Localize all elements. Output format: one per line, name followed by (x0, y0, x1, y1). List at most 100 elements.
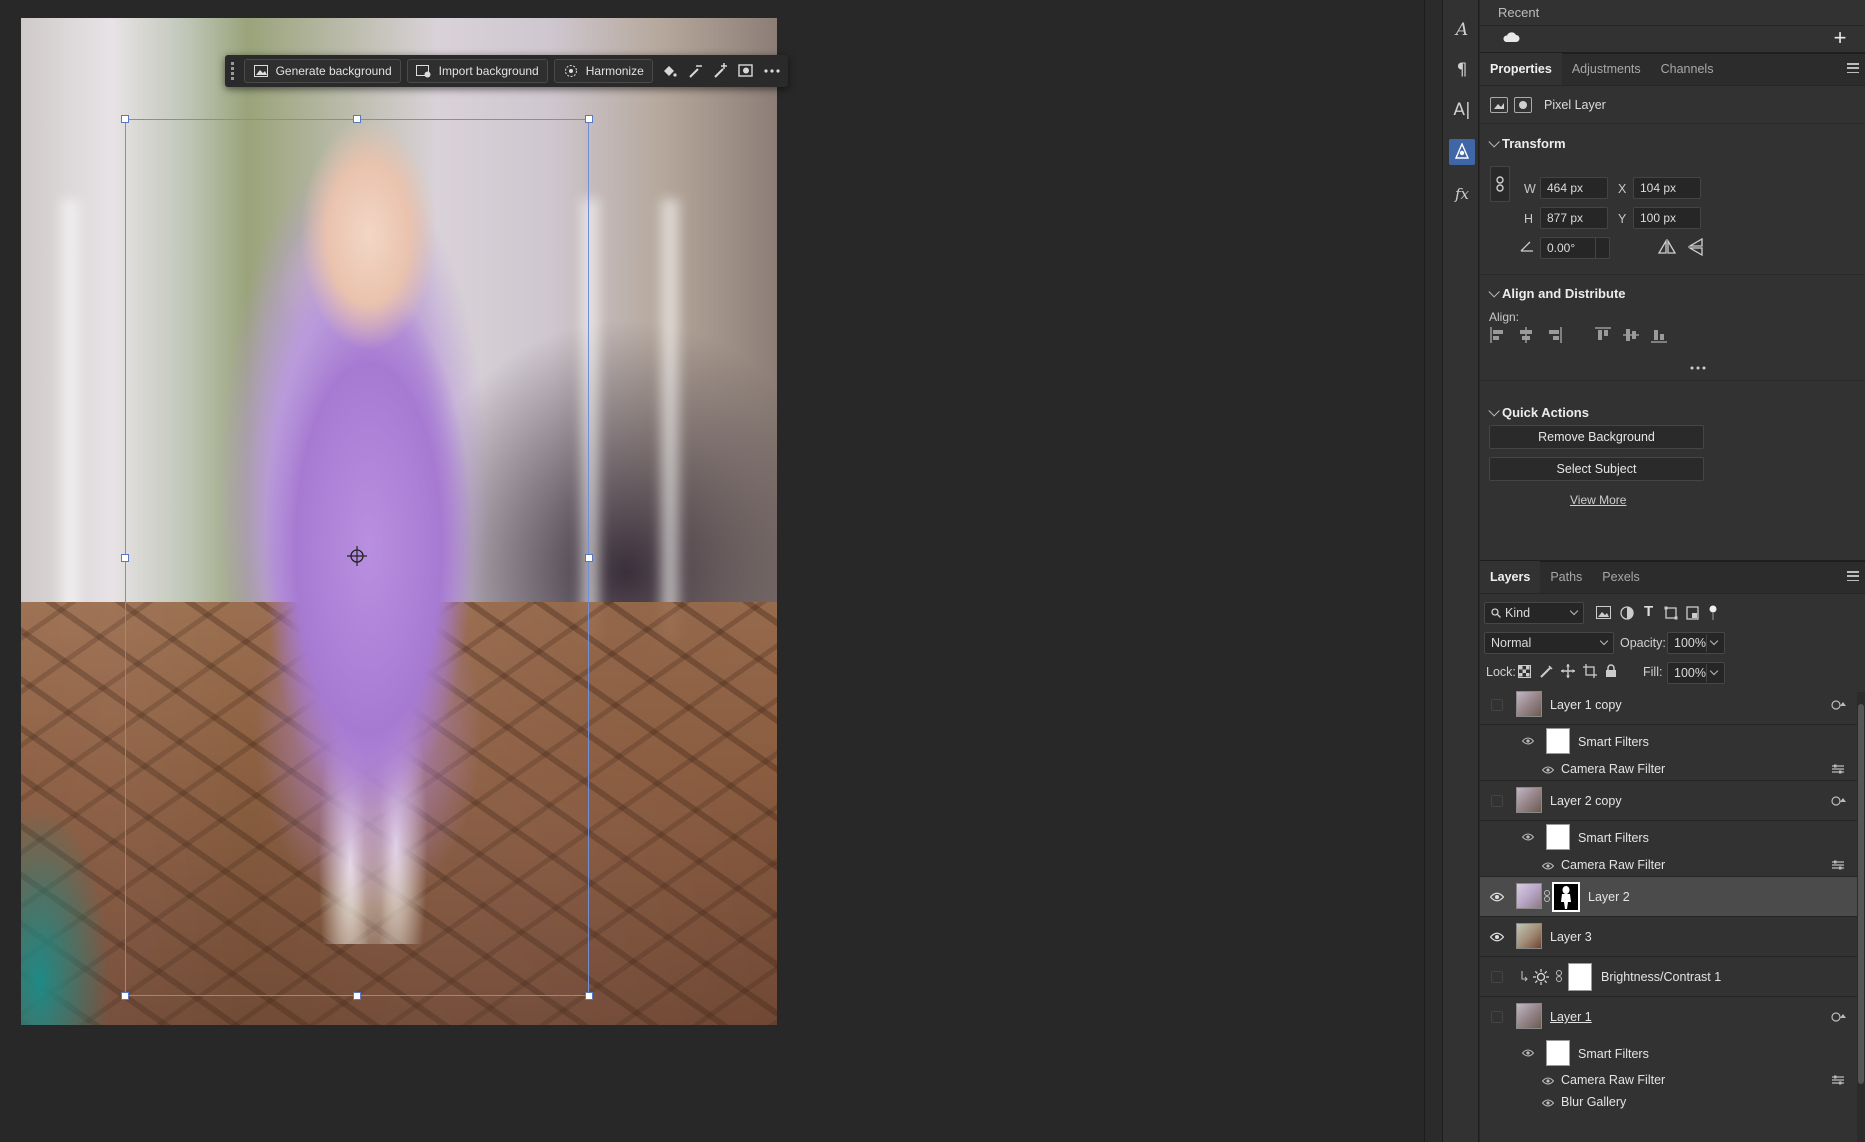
lock-transparent-pixels-icon[interactable] (1518, 665, 1531, 678)
mask-link-icon[interactable] (1556, 970, 1562, 982)
layer-row[interactable]: Layer 2 copy (1480, 781, 1857, 821)
filter-toggle-icon[interactable] (1708, 605, 1718, 621)
fill-slider-toggle[interactable] (1706, 664, 1722, 682)
tab-paths[interactable]: Paths (1540, 561, 1592, 593)
layer-mask-thumbnail[interactable] (1552, 882, 1580, 912)
brightness-icon[interactable] (1533, 969, 1549, 985)
styles-panel-icon[interactable]: fx (1449, 181, 1475, 207)
resize-handle-top[interactable] (353, 115, 361, 123)
more-options-icon[interactable] (1690, 366, 1706, 370)
filter-row[interactable]: Camera Raw Filter (1480, 1069, 1857, 1091)
mask-icon[interactable] (736, 59, 756, 83)
link-dimensions-icon[interactable] (1490, 166, 1510, 202)
cloud-icon[interactable] (1502, 31, 1520, 43)
lock-artboard-icon[interactable] (1583, 664, 1597, 678)
filter-row[interactable]: Camera Raw Filter (1480, 853, 1857, 877)
eye-icon[interactable] (1522, 833, 1534, 841)
resize-handle-right[interactable] (585, 554, 593, 562)
eye-icon[interactable] (1522, 737, 1534, 745)
align-top-icon[interactable] (1594, 326, 1612, 344)
smart-filter-icon[interactable] (1831, 699, 1847, 711)
select-subject-button[interactable]: Select Subject (1489, 457, 1704, 481)
resize-handle-top-right[interactable] (585, 115, 593, 123)
lock-position-icon[interactable] (1561, 664, 1575, 678)
eye-icon[interactable] (1490, 932, 1504, 942)
filter-row[interactable]: Blur Gallery (1480, 1091, 1857, 1113)
reference-point-icon[interactable] (346, 545, 368, 567)
eye-icon[interactable] (1522, 1049, 1534, 1057)
filter-options-icon[interactable] (1831, 860, 1845, 870)
more-options-icon[interactable] (762, 59, 782, 83)
layer-mask-icon[interactable] (1514, 96, 1532, 113)
filter-smart-object-icon[interactable] (1686, 606, 1700, 620)
blend-mode-dropdown[interactable]: Normal (1484, 632, 1614, 654)
character-panel-icon[interactable]: A (1449, 17, 1475, 43)
filter-row[interactable]: Camera Raw Filter (1480, 757, 1857, 781)
eye-icon[interactable] (1542, 766, 1554, 774)
visibility-toggle[interactable] (1491, 971, 1503, 983)
width-input[interactable]: 464 px (1540, 177, 1608, 199)
layer-row-selected[interactable]: Layer 2 (1480, 877, 1857, 917)
filter-adjustment-icon[interactable] (1620, 606, 1634, 620)
quick-actions-section-header[interactable]: Quick Actions (1488, 404, 1589, 420)
align-right-icon[interactable] (1545, 326, 1563, 344)
layer-name[interactable]: Layer 1 (1550, 1010, 1592, 1024)
eye-icon[interactable] (1490, 892, 1504, 902)
x-input[interactable]: 104 px (1633, 177, 1701, 199)
chevron-down-icon[interactable] (1595, 238, 1609, 258)
tab-channels[interactable]: Channels (1651, 53, 1724, 85)
generate-background-button[interactable]: Generate background (243, 59, 401, 83)
angle-input[interactable]: 0.00° (1540, 237, 1610, 259)
align-section-header[interactable]: Align and Distribute (1488, 285, 1626, 301)
flip-vertical-icon[interactable] (1688, 238, 1704, 256)
layer-mask-thumbnail[interactable] (1568, 963, 1592, 991)
layer-name[interactable]: Layer 2 copy (1550, 794, 1622, 808)
filter-type-icon[interactable]: T (1644, 603, 1653, 620)
brush-add-icon[interactable] (710, 59, 730, 83)
resize-handle-left[interactable] (121, 554, 129, 562)
eye-icon[interactable] (1542, 862, 1554, 870)
brush-subtract-icon[interactable] (685, 59, 705, 83)
transform-section-header[interactable]: Transform (1488, 135, 1566, 151)
visibility-toggle[interactable] (1491, 795, 1503, 807)
align-left-icon[interactable] (1489, 326, 1507, 344)
eye-icon[interactable] (1542, 1099, 1554, 1107)
panel-menu-icon[interactable] (1847, 63, 1859, 73)
tab-pexels[interactable]: Pexels (1592, 561, 1650, 593)
visibility-toggle[interactable] (1491, 1011, 1503, 1023)
filter-options-icon[interactable] (1831, 764, 1845, 774)
visibility-toggle[interactable] (1491, 699, 1503, 711)
layer-row[interactable]: Brightness/Contrast 1 (1480, 957, 1857, 997)
lock-all-icon[interactable] (1605, 664, 1617, 678)
layer-name[interactable]: Brightness/Contrast 1 (1601, 970, 1721, 984)
harmonize-button[interactable]: Harmonize (553, 59, 653, 83)
resize-handle-bottom[interactable] (353, 992, 361, 1000)
layer-name[interactable]: Layer 1 copy (1550, 698, 1622, 712)
eye-icon[interactable] (1542, 1077, 1554, 1085)
smart-filters-row[interactable]: Smart Filters (1480, 821, 1857, 853)
layer-name[interactable]: Layer 3 (1550, 930, 1592, 944)
layer-list[interactable]: Layer 1 copy Smart Filters Camera Raw Fi… (1480, 685, 1857, 1142)
y-input[interactable]: 100 px (1633, 207, 1701, 229)
align-horizontal-center-icon[interactable] (1517, 326, 1535, 344)
paragraph-panel-icon[interactable]: ¶ (1449, 57, 1475, 83)
view-more-link[interactable]: View More (1570, 493, 1626, 507)
pixel-layer-icon[interactable] (1490, 96, 1508, 113)
filter-options-icon[interactable] (1831, 1075, 1845, 1085)
drag-grip-icon[interactable] (231, 62, 236, 80)
smart-filters-row[interactable]: Smart Filters (1480, 1037, 1857, 1069)
panel-menu-icon[interactable] (1847, 571, 1859, 581)
layer-row[interactable]: Layer 3 (1480, 917, 1857, 957)
layers-scrollbar[interactable] (1857, 692, 1865, 1142)
scrollbar-thumb[interactable] (1858, 704, 1864, 1084)
filter-shape-icon[interactable] (1664, 606, 1678, 620)
resize-handle-bottom-right[interactable] (585, 992, 593, 1000)
layer-row[interactable]: Layer 1 copy (1480, 685, 1857, 725)
smart-filter-icon[interactable] (1831, 1011, 1847, 1023)
glyphs-panel-icon[interactable]: A| (1449, 97, 1475, 123)
layer-name[interactable]: Layer 2 (1588, 890, 1630, 904)
lock-image-pixels-icon[interactable] (1540, 665, 1553, 678)
smart-filter-icon[interactable] (1831, 795, 1847, 807)
document-canvas[interactable]: Generate background Import background Ha… (0, 0, 1424, 1142)
opacity-slider-toggle[interactable] (1706, 634, 1722, 652)
